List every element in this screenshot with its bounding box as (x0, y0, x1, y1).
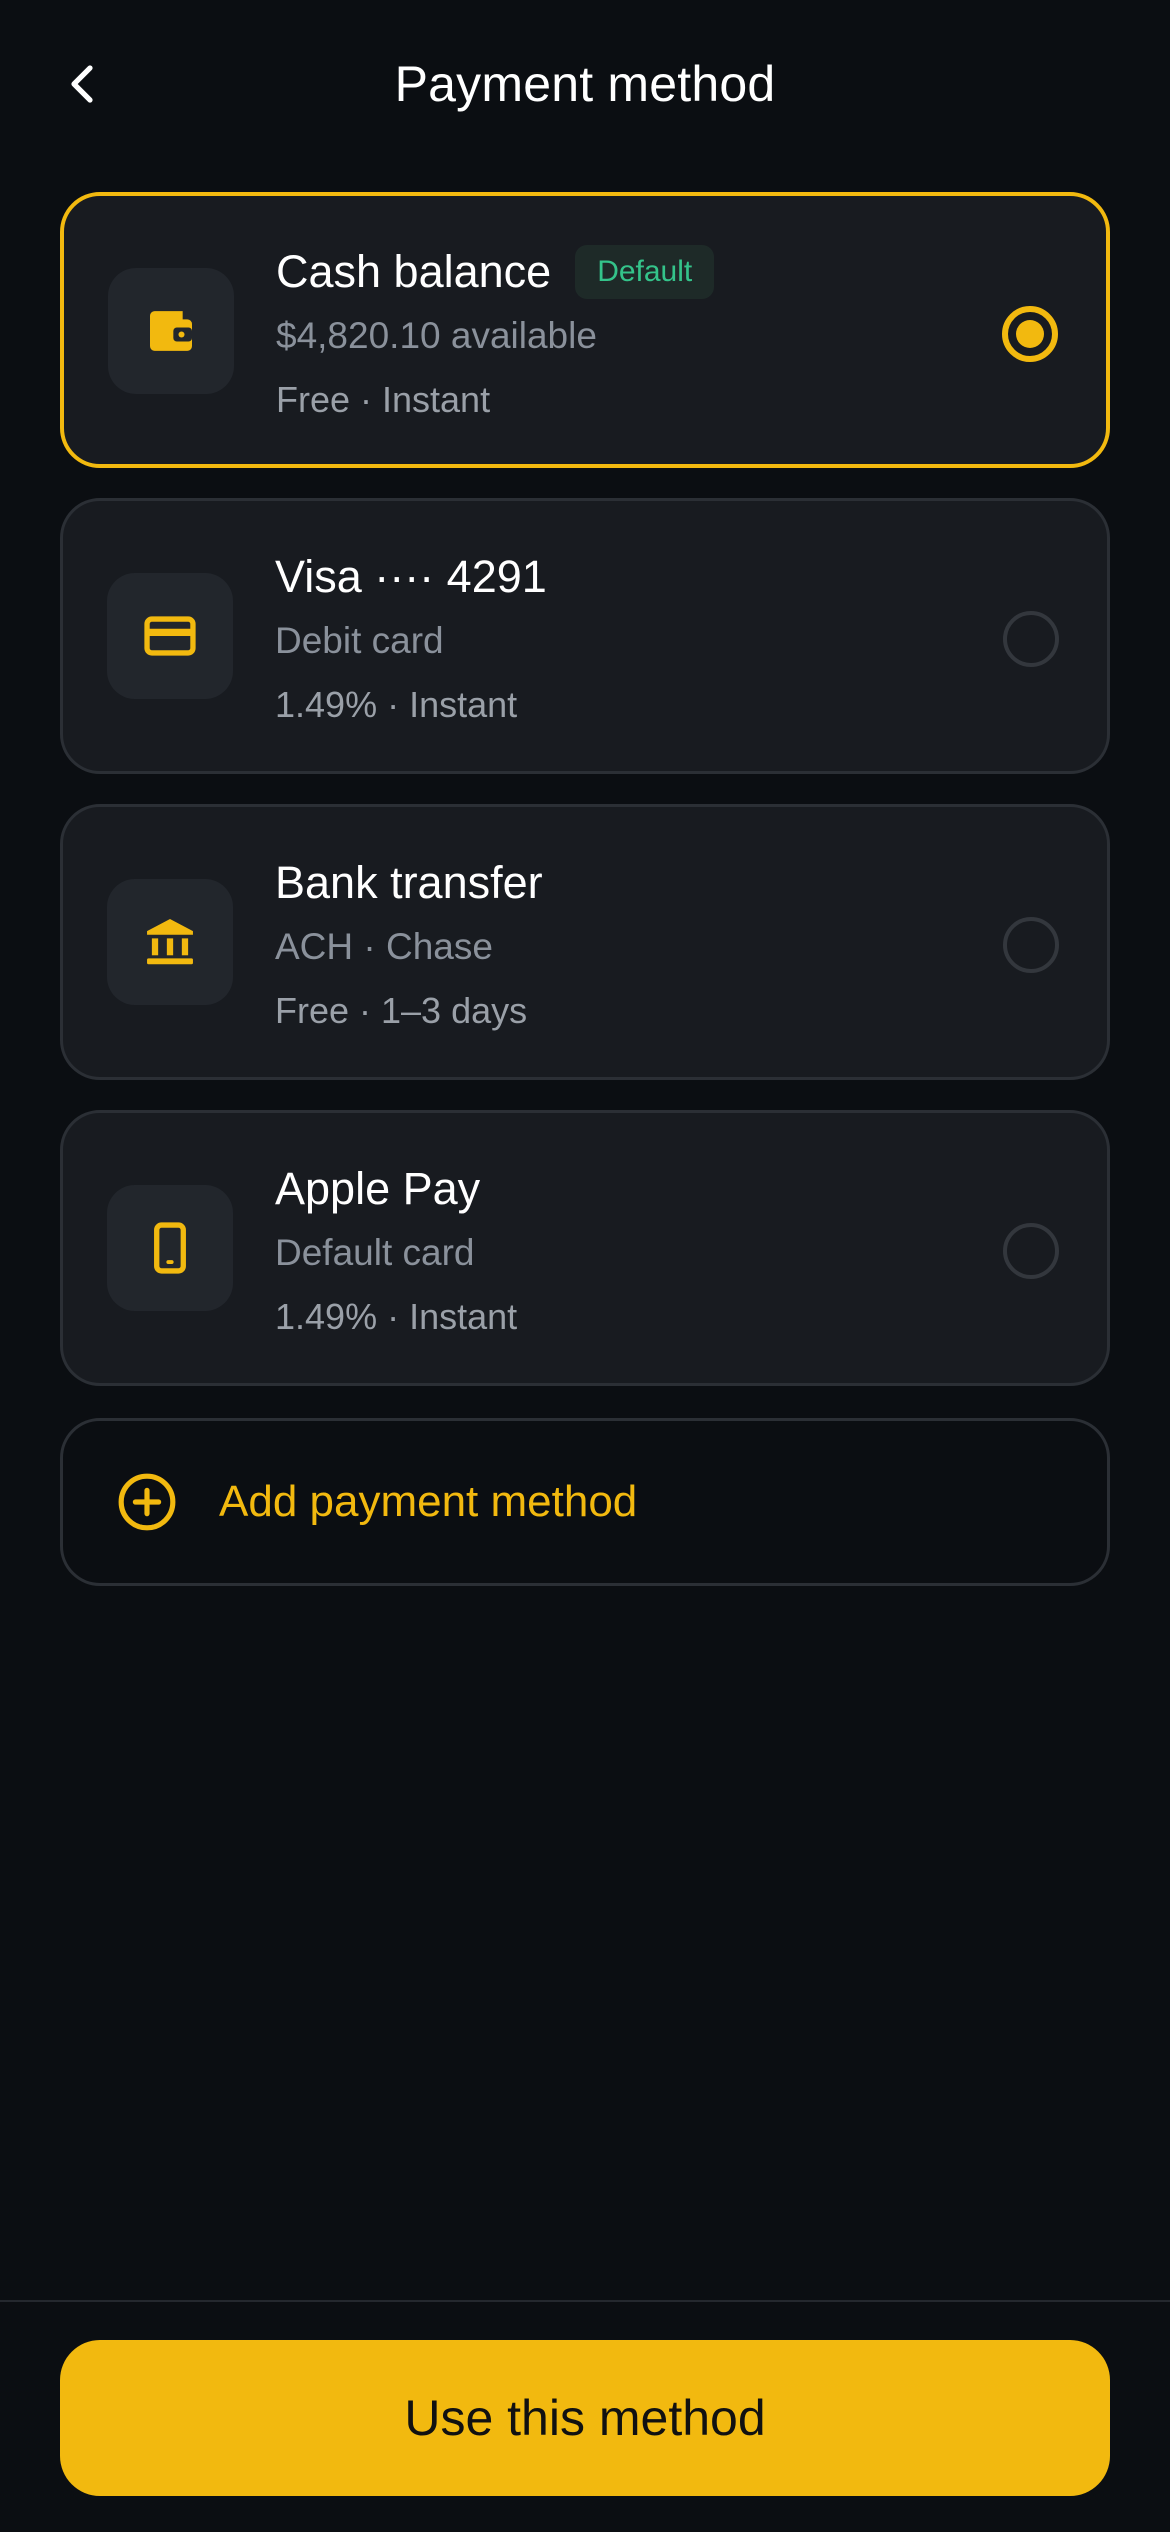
radio-unselected[interactable] (1003, 917, 1059, 973)
method-fee-speed: Free · Instant (276, 379, 491, 420)
method-card-bank-transfer[interactable]: Bank transfer ACH · Chase Free · 1–3 day… (60, 804, 1110, 1080)
method-fee-speed: 1.49% · Instant (275, 684, 518, 725)
method-name: Apple Pay (275, 1163, 481, 1214)
method-name: Cash balance (276, 246, 552, 297)
method-subtitle: ACH · Chase (275, 926, 493, 967)
add-payment-method-button[interactable]: Add payment method (60, 1418, 1110, 1586)
smartphone-icon (107, 1185, 233, 1311)
method-card-cash-balance[interactable]: Cash balance Default $4,820.10 available… (60, 192, 1110, 468)
method-fee-speed: Free · 1–3 days (275, 990, 528, 1031)
method-subtitle: Debit card (275, 620, 444, 661)
payment-method-screen: Payment method Cash balance Default $4,8… (0, 0, 1170, 2532)
wallet-icon (108, 268, 234, 394)
default-badge: Default (575, 245, 715, 299)
method-card-visa[interactable]: Visa ···· 4291 Debit card 1.49% · Instan… (60, 498, 1110, 774)
radio-unselected[interactable] (1003, 1223, 1059, 1279)
radio-selected[interactable] (1002, 306, 1058, 362)
method-subtitle: $4,820.10 available (276, 315, 597, 356)
method-card-apple-pay[interactable]: Apple Pay Default card 1.49% · Instant (60, 1110, 1110, 1386)
page-title: Payment method (394, 56, 776, 112)
header: Payment method (0, 0, 1170, 170)
radio-unselected[interactable] (1003, 611, 1059, 667)
method-name: Bank transfer (275, 857, 543, 908)
payment-method-list: Cash balance Default $4,820.10 available… (60, 192, 1110, 1416)
method-name: Visa ···· 4291 (275, 551, 547, 602)
method-fee-speed: 1.49% · Instant (275, 1296, 518, 1337)
method-subtitle: Default card (275, 1232, 475, 1273)
footer: Use this method (0, 2300, 1170, 2532)
use-this-method-button[interactable]: Use this method (60, 2340, 1110, 2496)
credit-card-icon (107, 573, 233, 699)
bank-icon (107, 879, 233, 1005)
plus-circle-icon (115, 1470, 179, 1534)
add-payment-method-label: Add payment method (219, 1477, 638, 1526)
